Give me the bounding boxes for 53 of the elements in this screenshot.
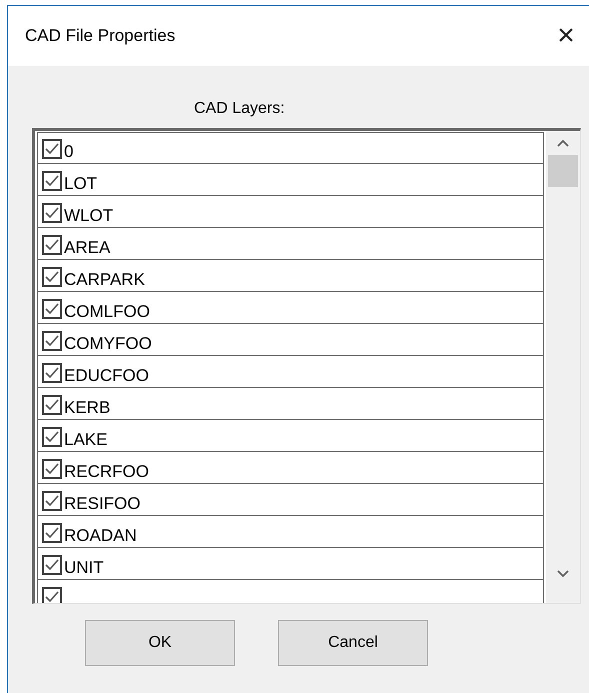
check-icon [45, 207, 59, 219]
checkbox[interactable] [42, 171, 62, 191]
checkbox[interactable] [42, 267, 62, 287]
layer-name: WLOT [64, 205, 114, 227]
layer-name: UNIT [64, 557, 104, 579]
layer-name: 0 [64, 141, 74, 163]
cancel-button[interactable]: Cancel [278, 620, 428, 666]
checkbox[interactable] [42, 555, 62, 575]
layer-name: RESIFOO [64, 493, 141, 515]
checkbox[interactable] [42, 299, 62, 319]
layer-name: ROADAN [64, 525, 137, 547]
check-icon [45, 399, 59, 411]
layer-name: KERB [64, 397, 110, 419]
checkbox[interactable] [42, 587, 62, 603]
checkbox[interactable] [42, 459, 62, 479]
layer-name: EDUCFOO [64, 365, 149, 387]
layer-name: LOT [64, 173, 98, 195]
layer-name: LAKE [64, 429, 108, 451]
checkbox[interactable] [42, 427, 62, 447]
check-icon [45, 431, 59, 443]
layer-name: AREA [64, 237, 110, 259]
check-icon [45, 271, 59, 283]
scroll-up-icon[interactable] [557, 139, 569, 147]
layer-name: RECRFOO [64, 461, 149, 483]
layer-name: COMLFOO [64, 301, 150, 323]
close-button[interactable]: × [543, 21, 589, 51]
check-icon [45, 463, 59, 475]
check-icon [45, 559, 59, 571]
checkbox[interactable] [42, 523, 62, 543]
check-icon [45, 495, 59, 507]
checkbox[interactable] [42, 139, 62, 159]
check-icon [45, 335, 59, 347]
checkbox[interactable] [42, 395, 62, 415]
ok-button[interactable]: OK [85, 620, 235, 666]
layers-label: CAD Layers: [194, 100, 285, 118]
window-title: CAD File Properties [25, 26, 176, 46]
checkbox[interactable] [42, 363, 62, 383]
layer-name: CARPARK [64, 269, 145, 291]
scroll-thumb[interactable] [548, 155, 578, 187]
check-icon [45, 527, 59, 539]
checkbox[interactable] [42, 491, 62, 511]
checkbox[interactable] [42, 203, 62, 223]
checkbox[interactable] [42, 331, 62, 351]
checkbox[interactable] [42, 235, 62, 255]
scroll-down-icon[interactable] [557, 570, 569, 578]
check-icon [45, 591, 59, 603]
check-icon [45, 303, 59, 315]
check-icon [45, 143, 59, 155]
scrollbar[interactable] [546, 131, 580, 603]
layer-name: COMYFOO [64, 333, 152, 355]
check-icon [45, 175, 59, 187]
check-icon [45, 367, 59, 379]
check-icon [45, 239, 59, 251]
